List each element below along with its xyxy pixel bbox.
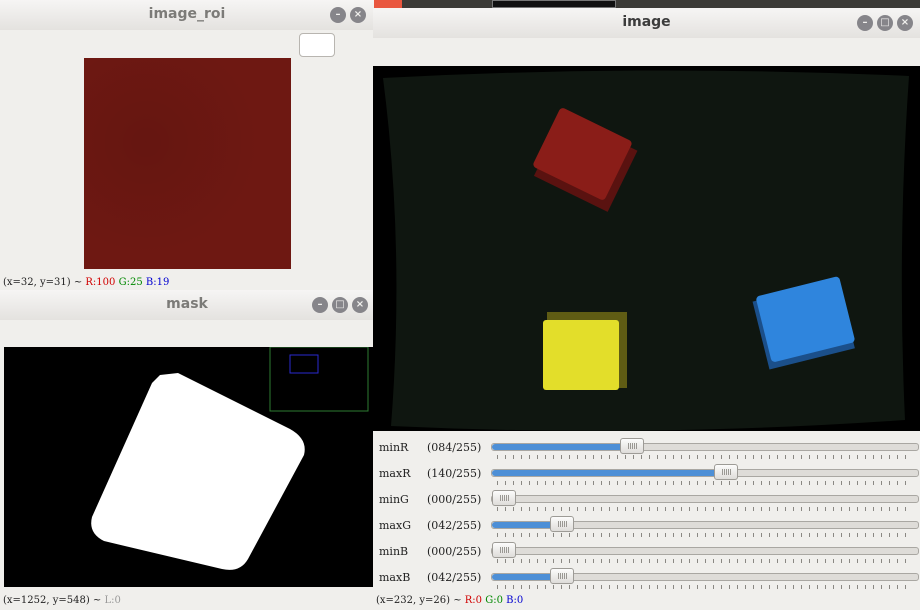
yellow-block	[543, 312, 627, 390]
trackbar-handle[interactable]	[620, 438, 645, 454]
toolbar-area	[373, 38, 920, 66]
status-red-value: R:0	[464, 595, 483, 606]
trackbar-slider[interactable]	[491, 438, 919, 454]
trackbar-maxR: maxR (140/255)	[373, 461, 920, 487]
minimize-icon[interactable]: –	[312, 297, 328, 313]
trackbar-minG: minG (000/255)	[373, 487, 920, 513]
close-icon[interactable]: ×	[350, 7, 366, 23]
roi-preview-box	[269, 347, 369, 412]
trackbar-slider[interactable]	[491, 568, 919, 584]
trackbar-ticks	[497, 559, 913, 563]
trackbar-ticks	[497, 585, 913, 589]
roi-color-patch	[84, 58, 291, 269]
trackbar-value: (042/255)	[427, 571, 482, 584]
roi-selection-box	[289, 354, 319, 374]
trackbar-handle[interactable]	[550, 568, 575, 584]
trackbar-value: (000/255)	[427, 493, 482, 506]
roi-image-panel	[0, 58, 374, 276]
trackbar-label: minR	[379, 441, 409, 454]
image-roi-window: image_roi – × (x=32, y=31) ~ R:100 G:25 …	[0, 0, 374, 292]
image-window: image – □ × minR (084/255) maxR (140/255) mi…	[373, 8, 920, 610]
mask-blob	[91, 373, 305, 570]
trackbar-ticks	[497, 455, 913, 459]
status-bar: (x=232, y=26) ~ R:0 G:0 B:0	[373, 594, 920, 608]
mask-titlebar[interactable]: mask – □ ×	[0, 290, 374, 321]
trackbar-label: minB	[379, 545, 409, 558]
trackbar-ticks	[497, 507, 913, 511]
trackbar-handle[interactable]	[492, 490, 516, 506]
window-title: image	[622, 14, 671, 30]
status-bar: (x=1252, y=548) ~ L:0	[0, 594, 374, 608]
mask-image	[91, 347, 369, 570]
trackbar-handle[interactable]	[550, 516, 575, 532]
status-luminance-value: L:0	[104, 595, 121, 606]
trackbar-minR: minR (084/255)	[373, 435, 920, 461]
trackbar-slider[interactable]	[491, 490, 919, 506]
status-green-value: G:0	[485, 595, 503, 606]
maximize-icon[interactable]: □	[877, 15, 893, 31]
status-green-value: G:25	[118, 277, 143, 288]
toolbar-area	[0, 30, 374, 58]
camera-image-panel	[373, 66, 920, 431]
trackbar-ticks	[497, 533, 913, 537]
trackbar-panel: minR (084/255) maxR (140/255) minG (000/255) m…	[373, 431, 920, 593]
trackbar-value: (042/255)	[427, 519, 482, 532]
trackbar-value: (000/255)	[427, 545, 482, 558]
trackbar-slider[interactable]	[491, 516, 919, 532]
mask-window: mask – □ × (x=1252, y=548) ~ L:0	[0, 290, 374, 610]
scene-background	[383, 70, 909, 431]
status-coords: (x=32, y=31) ~	[3, 277, 83, 288]
toolbar-button[interactable]	[299, 33, 335, 57]
trackbar-maxG: maxG (042/255)	[373, 513, 920, 539]
trackbar-label: minG	[379, 493, 409, 506]
trackbar-handle[interactable]	[713, 464, 738, 480]
maximize-icon[interactable]: □	[332, 297, 348, 313]
status-blue-value: B:0	[506, 595, 524, 606]
status-blue-value: B:19	[145, 277, 170, 288]
trackbar-maxB: maxB (042/255)	[373, 565, 920, 591]
trackbar-label: maxG	[379, 519, 411, 532]
close-icon[interactable]: ×	[352, 297, 368, 313]
trackbar-fill	[492, 470, 726, 476]
image-roi-titlebar[interactable]: image_roi – ×	[0, 0, 374, 31]
trackbar-value: (084/255)	[427, 441, 482, 454]
status-red-value: R:100	[85, 277, 116, 288]
trackbar-label: maxR	[379, 467, 411, 480]
trackbar-ticks	[497, 481, 913, 485]
status-bar: (x=32, y=31) ~ R:100 G:25 B:19	[0, 276, 374, 290]
minimize-icon[interactable]: –	[857, 15, 873, 31]
trackbar-slider[interactable]	[491, 542, 919, 558]
trackbar-slider[interactable]	[491, 464, 919, 480]
trackbar-minB: minB (000/255)	[373, 539, 920, 565]
mask-image-panel	[4, 347, 374, 587]
window-title: image_roi	[148, 6, 226, 22]
background-window-strip	[370, 0, 402, 8]
trackbar-handle[interactable]	[492, 542, 516, 558]
minimize-icon[interactable]: –	[330, 7, 346, 23]
toolbar-area	[0, 320, 374, 348]
status-coords: (x=1252, y=548) ~	[3, 595, 102, 606]
camera-image	[383, 70, 909, 431]
trackbar-fill	[492, 444, 633, 450]
background-window-strip	[492, 0, 616, 8]
trackbar-value: (140/255)	[427, 467, 482, 480]
image-titlebar[interactable]: image – □ ×	[373, 8, 920, 39]
trackbar-label: maxB	[379, 571, 411, 584]
close-icon[interactable]: ×	[897, 15, 913, 31]
status-coords: (x=232, y=26) ~	[376, 595, 462, 606]
